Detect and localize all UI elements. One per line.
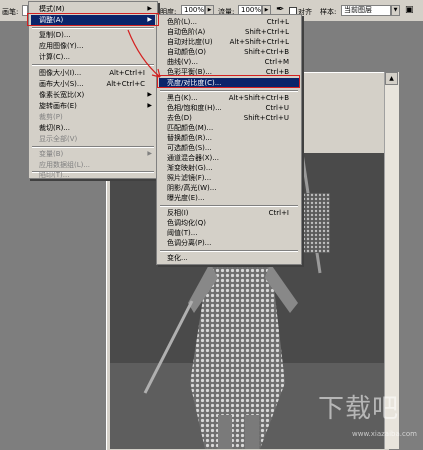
menu-item-variations[interactable]: 变化... [159, 253, 299, 263]
menu-item-trap: 陷印(T)... [39, 171, 70, 179]
menu-item-equalize[interactable]: 色调均化(Q) [159, 218, 299, 228]
menu-item-shadow-highlight[interactable]: 阴影/高光(W)... [159, 183, 299, 193]
menu-item-match-color[interactable]: 匹配颜色(M)... [159, 123, 299, 133]
menu-item-hue-saturation[interactable]: 色相/饱和度(H)... Ctrl+U [159, 103, 299, 113]
menu-item-exposure[interactable]: 曝光度(E)... [159, 193, 299, 203]
menu-item-curves[interactable]: 曲线(V)... Ctrl+M [159, 57, 299, 67]
menu-item-black-white[interactable]: 黑白(K)... Alt+Shift+Ctrl+B [159, 93, 299, 103]
menu-item-auto-contrast[interactable]: 自动对比度(U) Alt+Shift+Ctrl+L [159, 37, 299, 47]
menu-item-apply-data-set: 应用数据组(L)... [39, 161, 91, 169]
menu-item-posterize[interactable]: 色调分离(P)... [159, 238, 299, 248]
menu-item-rotate-canvas[interactable]: 旋转画布(E) ▶ [31, 101, 155, 111]
menu-item-pixel-aspect-ratio[interactable]: 像素长宽比(X) ▶ [31, 90, 155, 100]
menu-item-trim[interactable]: 裁切(R)... [31, 123, 155, 133]
submenu-arrow-icon: ▶ [147, 102, 152, 109]
menu-item-selective-color[interactable]: 可选颜色(S)... [159, 143, 299, 153]
sample-label: 样本: [320, 8, 337, 16]
menu-item-variables: 变量(B) ▶ [39, 150, 152, 158]
menu-item-reveal-all: 显示全部(V) [39, 135, 78, 143]
menu-item-threshold[interactable]: 阈值(T)... [159, 228, 299, 238]
menu-item-channel-mixer[interactable]: 通道混合器(X)... [159, 153, 299, 163]
brush-label: 画笔: [2, 8, 19, 16]
sample-dropdown-arrow[interactable]: ▼ [391, 5, 400, 16]
menu-item-invert[interactable]: 反相(I) Ctrl+I [159, 208, 299, 218]
submenu-arrow-icon: ▶ [147, 91, 152, 98]
sample-select[interactable]: 当前图层 [341, 5, 391, 16]
menu-item-desaturate[interactable]: 去色(D) Shift+Ctrl+U [159, 113, 299, 123]
menu-item-replace-color[interactable]: 替换颜色(R)... [159, 133, 299, 143]
scroll-up-arrow-icon[interactable]: ▲ [385, 72, 398, 85]
menu-item-levels[interactable]: 色阶(L)... Ctrl+L [159, 17, 299, 27]
watermark-url: www.xiazaiba.com [352, 430, 417, 438]
menu-item-auto-color[interactable]: 自动颜色(O) Shift+Ctrl+B [159, 47, 299, 57]
menu-item-auto-levels[interactable]: 自动色阶(A) Shift+Ctrl+L [159, 27, 299, 37]
submenu-arrow-icon: ▶ [147, 150, 152, 157]
annotation-arrow-icon [127, 29, 161, 78]
layer-icon[interactable]: ▣ [405, 5, 414, 15]
menu-item-crop: 裁剪(P) [39, 113, 63, 121]
menu-item-photo-filter[interactable]: 照片滤镜(F)... [159, 173, 299, 183]
menu-item-gradient-map[interactable]: 渐变映射(G)... [159, 163, 299, 173]
